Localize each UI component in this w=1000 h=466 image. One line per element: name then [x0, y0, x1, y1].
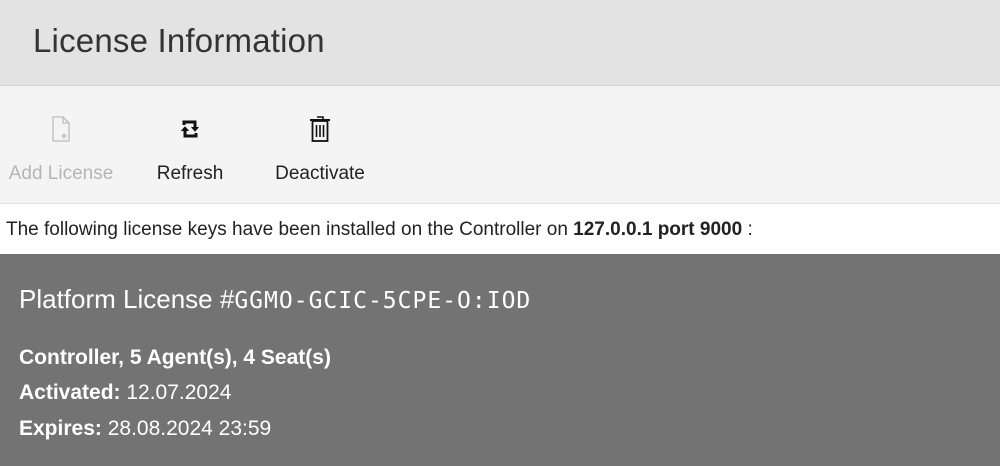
- license-title: Platform License #GGMO-GCIC-5CPE-O:IOD: [19, 284, 531, 315]
- install-info-prefix: The following license keys have been ins…: [6, 219, 574, 240]
- refresh-label: Refresh: [156, 163, 224, 184]
- license-expires: Expires: 28.08.2024 23:59: [19, 417, 271, 441]
- controller-host: 127.0.0.1 port 9000: [573, 219, 743, 240]
- expires-value: 28.08.2024 23:59: [101, 417, 272, 440]
- license-card: Platform License #GGMO-GCIC-5CPE-O:IOD C…: [0, 254, 1000, 466]
- add-license-button[interactable]: Add License: [0, 86, 122, 203]
- add-document-icon: [50, 116, 72, 142]
- page-header: License Information: [0, 0, 1000, 86]
- activated-value: 12.07.2024: [120, 381, 232, 404]
- deactivate-label: Deactivate: [275, 163, 365, 184]
- expires-label: Expires:: [19, 417, 102, 440]
- install-info-suffix: :: [742, 219, 753, 240]
- toolbar: Add License Refresh Deactivate: [0, 86, 1000, 204]
- page-title: License Information: [33, 22, 325, 59]
- deactivate-button[interactable]: Deactivate: [264, 86, 376, 203]
- license-title-prefix: Platform License #: [19, 284, 235, 314]
- license-activated: Activated: 12.07.2024: [19, 381, 231, 405]
- refresh-icon: [179, 116, 201, 142]
- license-features: Controller, 5 Agent(s), 4 Seat(s): [19, 346, 331, 369]
- install-info-text: The following license keys have been ins…: [6, 219, 753, 241]
- refresh-button[interactable]: Refresh: [150, 86, 230, 203]
- add-license-label: Add License: [8, 163, 114, 184]
- activated-label: Activated:: [19, 381, 121, 404]
- install-info: The following license keys have been ins…: [0, 204, 1000, 254]
- license-key: GGMO-GCIC-5CPE-O:IOD: [234, 288, 532, 314]
- trash-icon: [309, 116, 331, 142]
